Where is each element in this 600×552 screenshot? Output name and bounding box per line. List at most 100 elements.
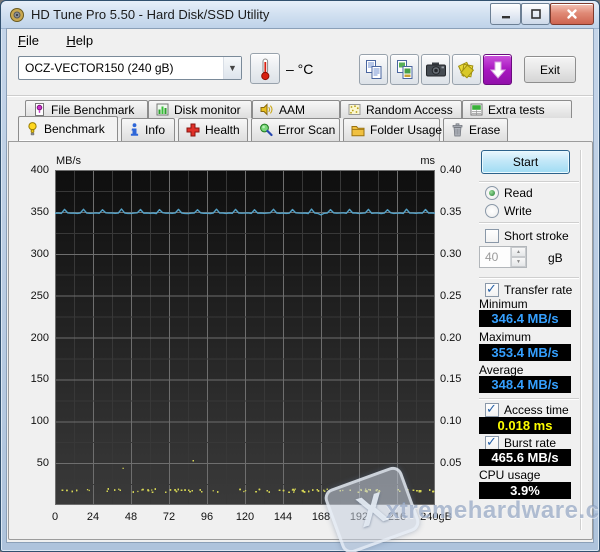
separator (479, 277, 579, 279)
menu-help[interactable]: Help (58, 30, 101, 51)
left-axis-tick: 350 (30, 205, 49, 218)
tab-folder-usage[interactable]: Folder Usage (343, 118, 442, 141)
benchmark-icon (28, 122, 37, 136)
tab-label: AAM (279, 102, 306, 117)
checkbox-icon (485, 401, 499, 417)
speaker-icon (260, 103, 273, 116)
x-axis-tick: 24 (86, 511, 100, 523)
right-axis-tick: 0.30 (440, 247, 462, 260)
checkbox-icon (485, 281, 499, 297)
access-time-label: Access time (504, 403, 569, 417)
access-time-checkbox[interactable]: Access time (485, 401, 569, 417)
capacity-unit: gB (548, 251, 563, 265)
random-access-icon (348, 104, 361, 115)
close-button[interactable] (550, 3, 594, 25)
info-icon (130, 123, 139, 136)
right-axis-tick: 0.15 (440, 373, 462, 386)
screenshot-button[interactable] (421, 54, 450, 85)
save-results-icon (457, 61, 474, 79)
arrow-down-icon (489, 61, 506, 79)
left-axis-tick: 150 (30, 373, 49, 386)
tab-info[interactable]: Info (121, 118, 175, 141)
minimize-button[interactable] (490, 3, 521, 25)
temperature-button[interactable] (250, 53, 280, 84)
tab-label: Erase (469, 123, 501, 137)
short-stroke-checkbox[interactable]: Short stroke (485, 229, 569, 243)
tab-label: Health (205, 123, 240, 137)
left-axis-title: MB/s (56, 155, 82, 167)
tab-health[interactable]: Health (178, 118, 248, 141)
extra-tests-icon (470, 103, 483, 116)
maximize-icon (530, 9, 541, 19)
x-axis-tick: 48 (124, 511, 138, 523)
update-button[interactable] (483, 54, 512, 85)
transfer-rate-checkbox[interactable]: Transfer rate (485, 281, 573, 297)
tab-label: File Benchmark (51, 102, 135, 117)
cpu-usage-label: CPU usage (479, 468, 541, 482)
copy-text-button[interactable] (359, 54, 388, 85)
tab-label: Info (145, 123, 166, 137)
benchmark-chart (55, 170, 435, 505)
burst-rate-checkbox[interactable]: Burst rate (485, 434, 557, 450)
stepper-arrows[interactable]: ▲ ▼ (510, 247, 526, 267)
average-label: Average (479, 363, 524, 377)
copy-image-button[interactable] (390, 54, 419, 85)
save-results-button[interactable] (452, 54, 481, 85)
tab-label: Disk monitor (174, 102, 241, 117)
tab-extra-tests[interactable]: Extra tests (462, 100, 572, 118)
window-title: HD Tune Pro 5.50 - Hard Disk/SSD Utility (31, 7, 270, 22)
app-icon (10, 7, 24, 22)
burst-rate-label: Burst rate (504, 436, 557, 450)
menu-file[interactable]: File (10, 30, 47, 51)
disk-monitor-icon (156, 103, 169, 116)
checkbox-icon (485, 434, 499, 450)
tab-random-access[interactable]: Random Access (340, 100, 462, 118)
minimum-value: 346.4 MB/s (479, 310, 571, 327)
right-axis-title: ms (420, 155, 435, 167)
checkbox-icon (485, 229, 499, 243)
right-axis-tick: 0.20 (440, 331, 462, 344)
app-window: HD Tune Pro 5.50 - Hard Disk/SSD Utility… (0, 0, 600, 552)
tab-erase[interactable]: Erase (443, 118, 508, 141)
right-axis-tick: 0.40 (440, 164, 462, 176)
left-axis-tick: 50 (36, 457, 49, 470)
write-label: Write (504, 204, 532, 218)
menubar: File Help (10, 30, 101, 51)
maximum-label: Maximum (479, 330, 532, 344)
tab-aam[interactable]: AAM (252, 100, 340, 118)
minimize-icon (501, 16, 510, 19)
start-label: Start (512, 155, 539, 169)
health-cross-icon (186, 123, 200, 137)
start-button[interactable]: Start (481, 150, 570, 174)
toolbar-separator (7, 95, 593, 97)
write-radio[interactable]: Write (485, 204, 532, 218)
stepper-up-icon[interactable]: ▲ (511, 247, 526, 257)
magnifier-icon (260, 123, 273, 137)
file-benchmark-icon (35, 103, 44, 116)
access-time-value: 0.018 ms (479, 417, 571, 434)
tab-error-scan[interactable]: Error Scan (251, 118, 340, 141)
radio-icon (485, 204, 499, 218)
panel-divider (580, 150, 582, 530)
drive-select-value: OCZ-VECTOR150 (240 gB) (25, 61, 174, 75)
capacity-stepper[interactable]: 40 ▲ ▼ (479, 246, 527, 268)
x-axis-tick: 0 (51, 511, 59, 523)
tab-benchmark[interactable]: Benchmark (18, 116, 118, 141)
capacity-value: 40 (485, 250, 499, 264)
exit-button[interactable]: Exit (524, 56, 576, 83)
trash-icon (452, 123, 463, 137)
stepper-down-icon[interactable]: ▼ (511, 257, 526, 267)
transfer-rate-label: Transfer rate (504, 283, 573, 297)
read-radio[interactable]: Read (485, 186, 533, 200)
x-axis-tick: 144 (273, 511, 293, 523)
separator (479, 222, 579, 224)
separator (479, 181, 579, 183)
tab-label: Random Access (366, 102, 453, 117)
right-axis-tick: 0.25 (440, 289, 462, 302)
tab-disk-monitor[interactable]: Disk monitor (148, 100, 252, 118)
drive-select-dropdown[interactable]: OCZ-VECTOR150 (240 gB) ▼ (18, 56, 242, 80)
x-axis-tick: 96 (200, 511, 214, 523)
maximize-button[interactable] (521, 3, 550, 25)
camera-icon (425, 62, 446, 76)
left-axis-tick: 250 (30, 289, 49, 302)
